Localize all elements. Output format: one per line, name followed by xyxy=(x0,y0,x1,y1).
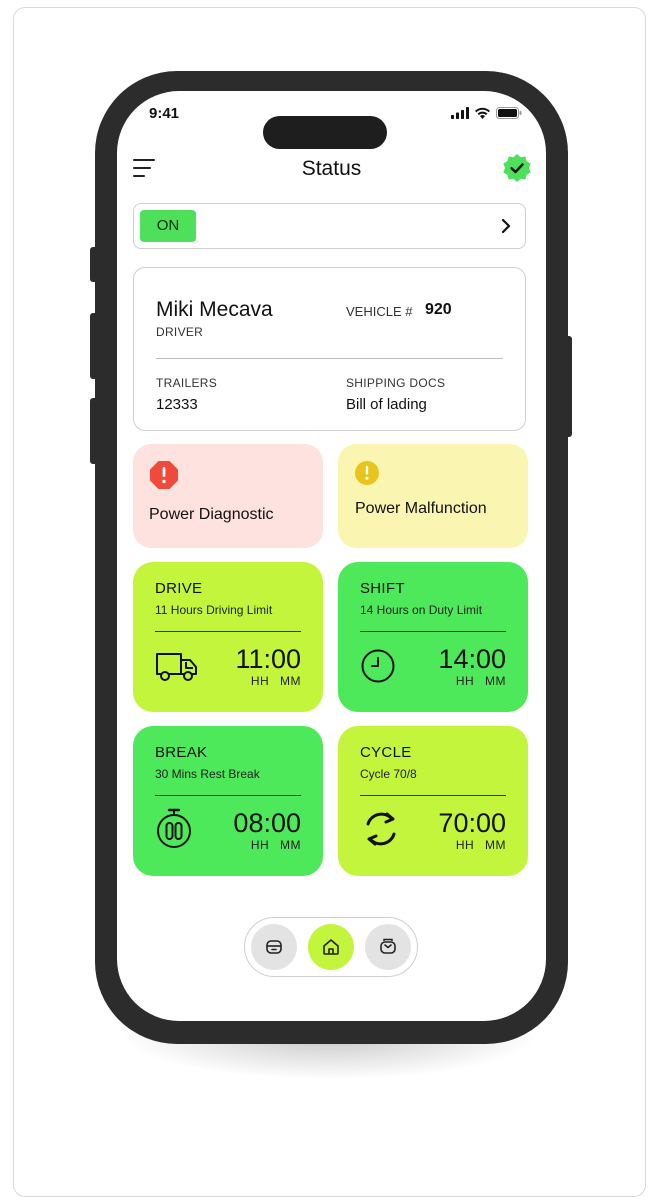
drive-subtitle: 11 Hours Driving Limit xyxy=(155,603,273,617)
truck-icon xyxy=(156,653,197,681)
clock: 9:41 xyxy=(149,105,180,122)
shift-title: SHIFT xyxy=(360,580,405,597)
nav-inbox[interactable] xyxy=(251,924,297,970)
shift-subtitle: 14 Hours on Duty Limit xyxy=(360,603,483,617)
shift-time: 14:00 xyxy=(438,644,506,674)
break-units: HH MM xyxy=(250,838,301,852)
power-malfunction-title: Power Malfunction xyxy=(355,500,487,517)
drive-units: HH MM xyxy=(250,674,301,688)
divider xyxy=(155,631,301,632)
cycle-units: HH MM xyxy=(455,838,506,852)
vehicle-number: 920 xyxy=(425,301,452,318)
drive-title: DRIVE xyxy=(155,580,203,597)
divider xyxy=(360,795,506,796)
page-title: Status xyxy=(301,157,362,180)
refresh-cycle-icon xyxy=(366,812,396,846)
break-time: 08:00 xyxy=(233,808,301,838)
trailers-label: TRAILERS xyxy=(156,376,218,390)
trailers-value: 12333 xyxy=(156,396,198,413)
duty-status-badge: ON xyxy=(140,210,196,242)
cycle-title: CYCLE xyxy=(360,744,412,761)
driver-role: DRIVER xyxy=(156,325,204,339)
divider xyxy=(360,631,506,632)
power-diagnostic-title: Power Diagnostic xyxy=(149,506,274,523)
battery-icon xyxy=(496,107,522,119)
home-icon xyxy=(323,939,339,955)
error-octagon-icon xyxy=(150,461,178,489)
cycle-card[interactable]: CYCLE Cycle 70/8 70:00 HH MM xyxy=(338,726,528,876)
inbox-icon xyxy=(266,940,282,954)
duty-status-selector[interactable]: ON xyxy=(133,203,526,249)
driver-name: Miki Mecava xyxy=(156,298,273,321)
cycle-subtitle: Cycle 70/8 xyxy=(360,767,417,781)
clock-icon xyxy=(361,649,395,683)
signal-icon xyxy=(451,107,469,119)
shift-units: HH MM xyxy=(455,674,506,688)
divider xyxy=(155,795,301,796)
drive-card[interactable]: DRIVE 11 Hours Driving Limit 11:00 HH MM xyxy=(133,562,323,712)
driver-info-card: Miki Mecava DRIVER VEHICLE # 920 TRAILER… xyxy=(133,267,526,431)
shipping-docs-label: SHIPPING DOCS xyxy=(346,376,446,390)
break-card[interactable]: BREAK 30 Mins Rest Break 08:00 HH MM xyxy=(133,726,323,876)
app-header: Status xyxy=(117,147,546,191)
power-malfunction-card[interactable]: Power Malfunction xyxy=(338,444,528,548)
bottom-nav xyxy=(244,917,418,977)
mail-icon xyxy=(380,938,396,954)
stopwatch-icon xyxy=(157,808,191,848)
power-diagnostic-card[interactable]: Power Diagnostic xyxy=(133,444,323,548)
break-title: BREAK xyxy=(155,744,208,761)
divider xyxy=(156,358,503,359)
verified-badge-icon[interactable] xyxy=(502,153,532,183)
drive-time: 11:00 xyxy=(235,644,301,674)
wifi-icon xyxy=(475,107,490,119)
status-icons xyxy=(451,107,522,119)
vehicle-label: VEHICLE # xyxy=(346,304,413,319)
nav-messages[interactable] xyxy=(365,924,411,970)
cycle-time: 70:00 xyxy=(438,808,506,838)
dynamic-island xyxy=(263,116,387,149)
nav-home[interactable] xyxy=(308,924,354,970)
chevron-right-icon xyxy=(501,218,511,234)
warning-circle-icon xyxy=(355,461,379,485)
break-subtitle: 30 Mins Rest Break xyxy=(155,767,260,781)
shift-card[interactable]: SHIFT 14 Hours on Duty Limit 14:00 HH MM xyxy=(338,562,528,712)
phone-screen: 9:41 Status ON Miki Mecava DRIVER VEHICL… xyxy=(117,91,546,1021)
shipping-docs-value: Bill of lading xyxy=(346,396,427,413)
